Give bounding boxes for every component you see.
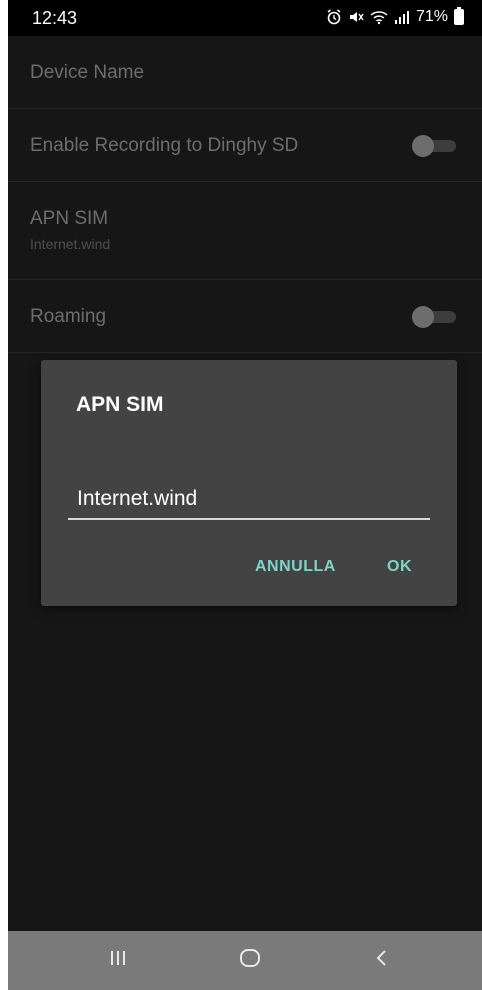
phone-screen: 12:43 71% Device Name Enable Recording t… [8,0,482,990]
mute-icon [348,9,364,25]
setting-roaming-label: Roaming [30,306,107,327]
back-button[interactable] [342,931,422,990]
setting-apn-sim[interactable]: APN SIM Internet.wind [8,182,482,280]
recent-apps-icon [108,948,128,973]
cancel-button[interactable]: ANNULLA [255,558,336,576]
setting-apn-value: Internet.wind [30,236,111,252]
navigation-bar [8,931,482,990]
toggle-thumb [412,306,434,328]
battery-icon [454,7,464,25]
setting-recording[interactable]: Enable Recording to Dinghy SD [8,109,482,182]
toggle-thumb [412,135,434,157]
setting-roaming[interactable]: Roaming [8,280,482,353]
back-icon [372,948,392,973]
status-bar: 12:43 71% [8,0,482,36]
setting-apn-label: APN SIM [30,208,109,229]
battery-percent: 71% [415,8,448,25]
home-button[interactable] [210,931,290,990]
setting-device-name[interactable]: Device Name [8,36,482,109]
apn-input[interactable] [68,480,430,520]
home-icon [238,946,262,975]
apn-dialog: APN SIM ANNULLA OK [41,360,457,606]
dialog-input-wrap [68,480,430,522]
roaming-toggle[interactable] [412,306,456,328]
recent-apps-button[interactable] [78,931,158,990]
dialog-buttons: ANNULLA OK [41,558,457,584]
setting-device-name-label: Device Name [30,62,145,83]
setting-recording-label: Enable Recording to Dinghy SD [30,135,299,156]
settings-list: Device Name Enable Recording to Dinghy S… [8,36,482,353]
status-time: 12:43 [32,8,78,28]
alarm-icon [326,9,342,25]
wifi-icon [370,9,388,25]
recording-toggle[interactable] [412,135,456,157]
signal-icon [394,9,410,25]
ok-button[interactable]: OK [387,558,412,576]
dialog-title: APN SIM [76,393,164,416]
status-icons: 71% [326,7,464,26]
